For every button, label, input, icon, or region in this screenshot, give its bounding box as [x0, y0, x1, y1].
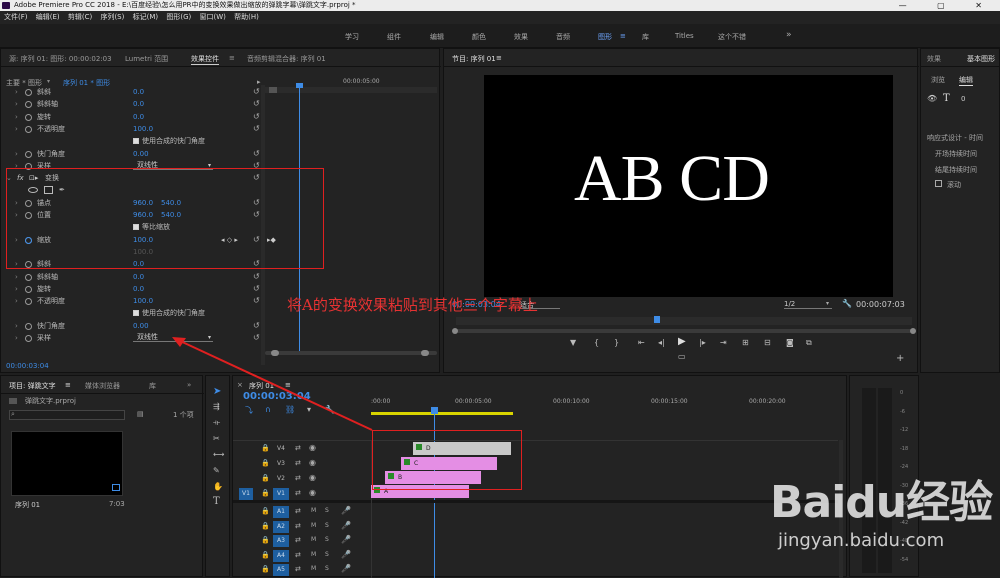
annotation-text: 将A的变换效果粘贴到其他三个字幕上	[287, 296, 538, 314]
baidu-watermark: Baidu经验	[770, 477, 993, 528]
watermark-url: jingyan.baidu.com	[778, 530, 945, 551]
